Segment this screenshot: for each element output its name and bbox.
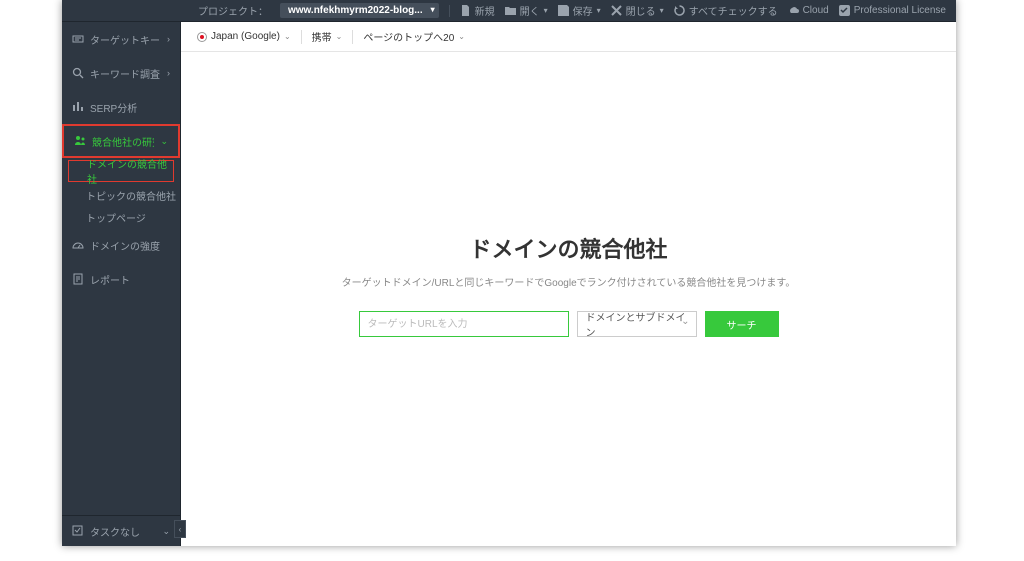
target-url-input[interactable] <box>359 311 569 337</box>
sidebar-item-label: ターゲットキーワード <box>90 32 161 47</box>
people-icon <box>74 135 86 147</box>
device-selector[interactable]: 携帯 ⌄ <box>312 29 343 44</box>
sidebar-subitem-domain-competitors[interactable]: ドメインの競合他社 <box>68 160 174 182</box>
folder-open-icon <box>505 5 516 16</box>
project-selector[interactable]: www.nfekhmyrm2022-blog... <box>280 3 439 18</box>
separator <box>449 5 450 17</box>
top-menu-bar: プロジェクト： www.nfekhmyrm2022-blog... 新規 開く▾… <box>62 0 956 22</box>
sidebar-subitem-top-pages[interactable]: トップページ <box>62 206 180 228</box>
close-button[interactable]: 閉じる▾ <box>611 3 664 18</box>
separator <box>301 30 302 44</box>
sidebar-item-label: 競合他社の研究 <box>92 134 154 149</box>
sidebar-item-domain-strength[interactable]: ドメインの強度 <box>62 228 180 262</box>
check-all-button[interactable]: すべてチェックする <box>674 3 778 18</box>
top-count-selector[interactable]: ページのトップへ20 ⌄ <box>363 29 465 44</box>
refresh-icon <box>674 5 685 16</box>
target-icon <box>72 33 84 45</box>
close-icon <box>611 5 622 16</box>
gauge-icon <box>72 239 84 251</box>
save-icon <box>558 5 569 16</box>
sidebar: ターゲットキーワード › キーワード調査 › SERP分析 競合他社の研究 ⌄ … <box>62 22 181 546</box>
sidebar-subitem-topic-competitors[interactable]: トピックの競合他社 <box>62 184 180 206</box>
search-button[interactable]: サーチ <box>705 311 779 337</box>
page-subtitle: ターゲットドメイン/URLと同じキーワードでGoogleでランク付けされている競… <box>342 274 796 289</box>
region-selector[interactable]: Japan (Google) ⌄ <box>197 31 291 42</box>
open-button[interactable]: 開く▾ <box>505 3 548 18</box>
chevron-down-icon: ⌄ <box>336 32 343 41</box>
sidebar-item-keyword-research[interactable]: キーワード調査 › <box>62 56 180 90</box>
bar-chart-icon <box>72 101 84 113</box>
chevron-right-icon: › <box>167 68 170 78</box>
sidebar-collapse-button[interactable]: ‹ <box>174 520 186 538</box>
chevron-down-icon: ⌄ <box>160 136 168 147</box>
search-row: ドメインとサブドメイン サーチ <box>359 311 779 337</box>
file-icon <box>460 5 471 16</box>
hero: ドメインの競合他社 ターゲットドメイン/URLと同じキーワードでGoogleでラ… <box>181 52 956 546</box>
search-icon <box>72 67 84 79</box>
sidebar-item-target-keywords[interactable]: ターゲットキーワード › <box>62 22 180 56</box>
separator <box>352 30 353 44</box>
sidebar-item-competitor-research[interactable]: 競合他社の研究 ⌄ <box>62 124 180 158</box>
chevron-down-icon: ⌄ <box>458 32 465 41</box>
sidebar-item-label: タスクなし <box>90 524 156 539</box>
check-badge-icon <box>839 5 850 16</box>
scope-dropdown[interactable]: ドメインとサブドメイン <box>577 311 697 337</box>
sidebar-item-label: キーワード調査 <box>90 66 161 81</box>
new-button[interactable]: 新規 <box>460 3 495 18</box>
cloud-button[interactable]: Cloud <box>788 5 829 16</box>
tasks-icon <box>72 525 84 537</box>
sidebar-bottom: タスクなし ⌄ <box>62 515 180 546</box>
body: ターゲットキーワード › キーワード調査 › SERP分析 競合他社の研究 ⌄ … <box>62 22 956 546</box>
sidebar-item-label: ドメインの強度 <box>90 238 170 253</box>
chevron-down-icon: ⌄ <box>284 32 291 41</box>
sidebar-item-tasks[interactable]: タスクなし ⌄ <box>62 516 180 546</box>
sidebar-item-label: レポート <box>90 272 170 287</box>
app-window: プロジェクト： www.nfekhmyrm2022-blog... 新規 開く▾… <box>62 0 956 546</box>
sidebar-item-reports[interactable]: レポート <box>62 262 180 296</box>
save-button[interactable]: 保存▾ <box>558 3 601 18</box>
sidebar-item-label: SERP分析 <box>90 100 170 115</box>
main-panel: Japan (Google) ⌄ 携帯 ⌄ ページのトップへ20 ⌄ ドメインの… <box>181 22 956 546</box>
sidebar-item-serp-analysis[interactable]: SERP分析 <box>62 90 180 124</box>
license-badge[interactable]: Professional License <box>839 5 946 16</box>
project-label: プロジェクト： <box>198 3 268 18</box>
chevron-right-icon: › <box>167 34 170 44</box>
japan-flag-icon <box>197 32 207 42</box>
cloud-icon <box>788 5 799 16</box>
page-title: ドメインの競合他社 <box>469 232 667 264</box>
chevron-down-icon: ⌄ <box>162 526 170 537</box>
report-icon <box>72 273 84 285</box>
context-bar: Japan (Google) ⌄ 携帯 ⌄ ページのトップへ20 ⌄ <box>181 22 956 52</box>
